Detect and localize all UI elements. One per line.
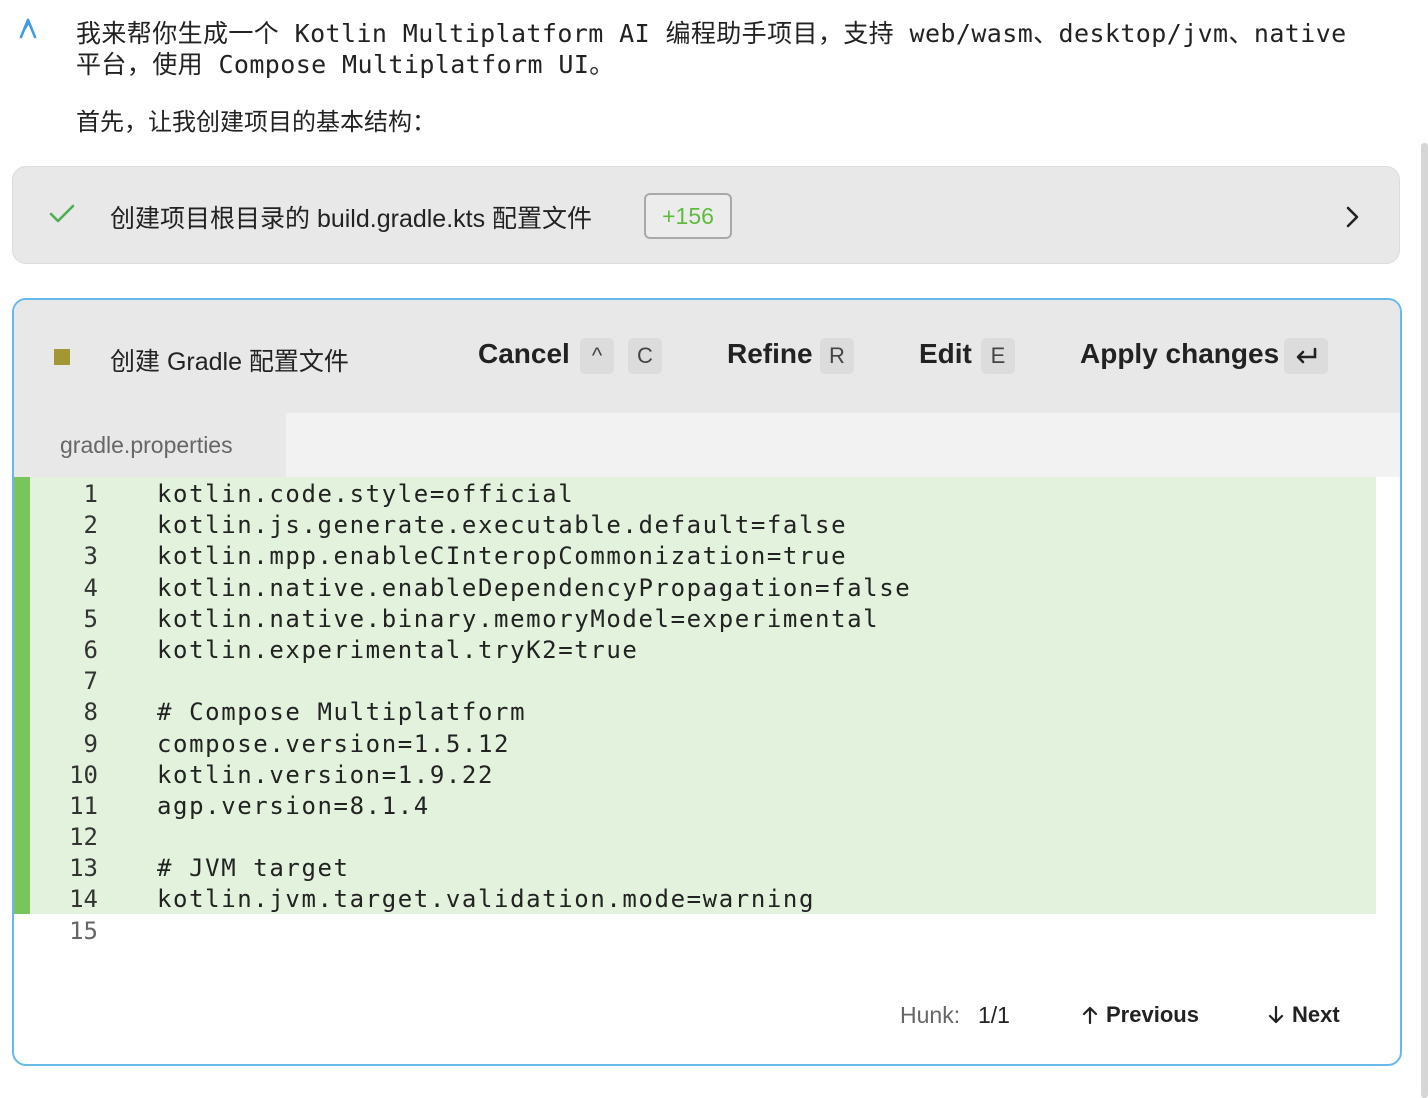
line-number: 3 — [83, 542, 98, 571]
enter-key-icon — [1284, 338, 1328, 374]
added-code-line: 10 kotlin.version=1.9.22 — [14, 757, 1376, 790]
line-number: 15 — [69, 916, 98, 945]
added-code-line: 3 kotlin.mpp.enableCInteropCommonization=… — [14, 539, 1376, 571]
line-number: 14 — [69, 885, 98, 914]
pending-status-icon — [54, 349, 70, 365]
chevron-right-icon[interactable] — [1345, 205, 1361, 229]
code-text: kotlin.js.generate.executable.default=fa… — [157, 511, 848, 540]
added-code-line: 4 kotlin.native.enableDependencyPropagati… — [14, 570, 1376, 602]
line-number: 1 — [83, 480, 98, 508]
previous-hunk-button[interactable]: Previous — [1082, 1002, 1199, 1028]
assistant-message-subtext: 首先，让我创建项目的基本结构： — [76, 109, 436, 136]
added-code-line: 5 kotlin.native.binary.memoryModel=experi… — [14, 601, 1376, 634]
file-tab[interactable]: gradle.properties — [14, 413, 286, 477]
code-text: kotlin.native.binary.memoryModel=experim… — [157, 604, 880, 633]
hunk-counter: 1/1 — [978, 1002, 1010, 1028]
step-title: 创建项目根目录的 build.gradle.kts 配置文件 — [110, 205, 593, 233]
added-code-line: 1 kotlin.code.style=official — [14, 477, 1376, 509]
code-text: # JVM target — [157, 854, 350, 883]
cancel-shortcut-c: C — [628, 338, 662, 374]
added-code-line: 8 # Compose Multiplatform — [14, 695, 1376, 727]
added-code-line: 2 kotlin.js.generate.executable.default=f… — [14, 508, 1376, 540]
assistant-message-line2: 平台，使用 Compose Multiplatform UI。 — [76, 50, 615, 79]
code-text: compose.version=1.5.12 — [157, 729, 511, 758]
edit-button[interactable]: Edit — [919, 338, 972, 370]
line-number: 11 — [69, 791, 98, 820]
code-text: kotlin.code.style=official — [157, 480, 575, 508]
assistant-logo-icon — [19, 18, 37, 39]
completed-step-card[interactable]: 创建项目根目录的 build.gradle.kts 配置文件 +156 — [12, 166, 1400, 264]
added-code-line: 11 agp.version=8.1.4 — [14, 788, 1376, 821]
code-line: 15 — [14, 914, 1400, 945]
line-number: 8 — [83, 698, 98, 727]
file-tab-bar: gradle.properties — [14, 413, 1400, 477]
line-number: 6 — [83, 635, 98, 664]
next-hunk-button[interactable]: Next — [1268, 1002, 1340, 1028]
code-text: kotlin.jvm.target.validation.mode=warnin… — [157, 885, 816, 914]
cancel-button[interactable]: Cancel — [478, 338, 570, 370]
refine-shortcut: R — [820, 338, 854, 374]
added-code-line: 12 — [14, 820, 1376, 852]
arrow-down-icon — [1268, 1005, 1284, 1024]
code-text: kotlin.native.enableDependencyPropagatio… — [157, 573, 912, 602]
code-text: kotlin.version=1.9.22 — [157, 760, 495, 789]
next-hunk-label: Next — [1292, 1002, 1340, 1027]
hunk-navigation: Hunk: 1/1 Previous Next — [14, 1002, 1400, 1038]
added-code-line: 7 — [14, 664, 1376, 696]
hunk-label: Hunk: — [900, 1002, 961, 1028]
added-code-line: 9 compose.version=1.5.12 — [14, 726, 1376, 758]
lines-added-badge: +156 — [644, 193, 732, 239]
check-icon — [49, 204, 75, 223]
code-text: kotlin.mpp.enableCInteropCommonization=t… — [157, 542, 848, 571]
line-number: 13 — [69, 854, 98, 883]
line-number: 9 — [83, 729, 98, 758]
line-number: 2 — [83, 511, 98, 540]
code-text: kotlin.experimental.tryK2=true — [157, 635, 639, 664]
line-number: 4 — [83, 573, 98, 602]
apply-changes-button[interactable]: Apply changes — [1080, 338, 1279, 370]
previous-hunk-label: Previous — [1106, 1002, 1199, 1027]
code-text: # Compose Multiplatform — [157, 698, 527, 727]
line-number: 12 — [69, 823, 98, 852]
line-number: 10 — [69, 760, 98, 789]
line-number: 5 — [83, 604, 98, 633]
diff-title: 创建 Gradle 配置文件 — [110, 348, 349, 376]
code-text: agp.version=8.1.4 — [157, 791, 430, 820]
line-number: 7 — [83, 667, 98, 696]
arrow-up-icon — [1082, 1006, 1098, 1025]
file-tab-label: gradle.properties — [60, 432, 233, 458]
added-code-line: 6 kotlin.experimental.tryK2=true — [14, 632, 1376, 665]
scrollbar[interactable] — [1421, 143, 1428, 1098]
edit-shortcut: E — [981, 338, 1015, 374]
refine-button[interactable]: Refine — [727, 338, 813, 370]
diff-panel: 创建 Gradle 配置文件 Cancel ^ C Refine R Edit … — [12, 298, 1402, 1066]
added-code-line: 14 kotlin.jvm.target.validation.mode=warn… — [14, 882, 1376, 914]
diff-toolbar: 创建 Gradle 配置文件 Cancel ^ C Refine R Edit … — [14, 300, 1400, 413]
cancel-shortcut-ctrl: ^ — [580, 338, 614, 374]
code-diff-view: 1 kotlin.code.style=official 2 kotlin.js.ge… — [14, 477, 1400, 945]
added-code-line: 13 # JVM target — [14, 851, 1376, 883]
